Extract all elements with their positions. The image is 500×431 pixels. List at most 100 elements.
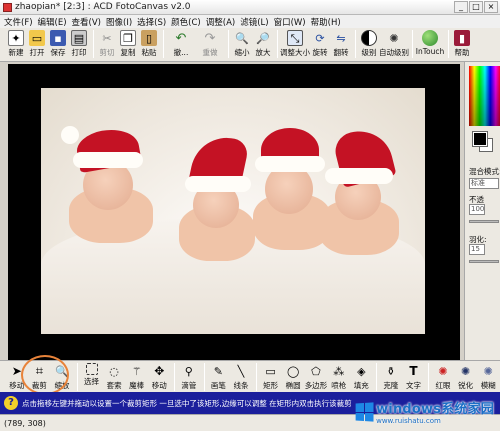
zoom-in-button[interactable]: 🔎 放大: [253, 30, 273, 58]
new-file-icon: ✦: [8, 30, 24, 46]
tool-zoom[interactable]: 🔍 缩放: [51, 363, 73, 392]
levels-button[interactable]: 级别: [359, 30, 379, 58]
question-icon: ?: [4, 396, 18, 410]
flip-icon: ⇋: [336, 31, 346, 45]
new-button[interactable]: ✦ 新建: [6, 30, 26, 58]
menu-image[interactable]: 图像(I): [106, 16, 132, 28]
menu-file[interactable]: 文件(F): [4, 16, 33, 28]
polygon-icon: ⬠: [311, 364, 321, 378]
toolbar-separator: [76, 363, 78, 391]
tool-eyedropper[interactable]: ⚲ 滴管: [178, 363, 200, 392]
toolbar-separator: [203, 363, 205, 391]
tool-brush[interactable]: ✎ 画笔: [208, 363, 230, 392]
feather-slider[interactable]: [469, 260, 499, 263]
tool-crop[interactable]: ⌗ 裁剪: [29, 363, 51, 392]
print-button[interactable]: ▤ 打印: [69, 30, 89, 58]
intouch-button[interactable]: InTouch: [416, 30, 444, 56]
sun-icon: ✺: [389, 31, 399, 45]
move-arrows-icon: ✥: [154, 364, 165, 378]
sharpen-icon: ✺: [461, 364, 471, 378]
foreground-color-swatch[interactable]: [472, 131, 488, 147]
tool-sharpen[interactable]: ✺ 锐化: [455, 363, 477, 392]
clipboard-icon: ▯: [141, 30, 157, 46]
opacity-input[interactable]: 100: [469, 204, 485, 215]
redo-arrow-icon: ↷: [204, 30, 216, 46]
undo-button[interactable]: ↶ 撤...: [167, 30, 195, 58]
image-canvas[interactable]: [8, 64, 460, 360]
toolbar-separator: [428, 363, 430, 391]
feather-input[interactable]: 15: [469, 244, 485, 255]
auto-levels-button[interactable]: ✺ 自动级别: [379, 30, 409, 58]
main-toolbar: ✦ 新建 ▭ 打开 ▪ 保存 ▤ 打印 ✂ 剪切 ❐ 复制 ▯ 粘贴 ↶ 撤... ↷ 重做 🔍 缩…: [0, 28, 500, 62]
redo-button[interactable]: ↷ 重做: [196, 30, 224, 58]
open-button[interactable]: ▭ 打开: [27, 30, 47, 58]
close-button[interactable]: ×: [484, 1, 498, 13]
menu-select[interactable]: 选择(S): [137, 16, 166, 28]
half-circle-icon: [361, 30, 377, 46]
save-button[interactable]: ▪ 保存: [48, 30, 68, 58]
copy-button[interactable]: ❐ 复制: [118, 30, 138, 58]
toolbar-separator: [93, 30, 94, 58]
scissors-icon: ✂: [102, 31, 112, 45]
menu-filter[interactable]: 滤镜(L): [240, 16, 268, 28]
resize-icon: ⤡: [287, 30, 303, 46]
tool-spray[interactable]: ⁂ 喷枪: [328, 363, 350, 392]
toolbar-separator: [355, 30, 356, 58]
globe-icon: [422, 30, 438, 46]
zoom-out-button[interactable]: 🔍 缩小: [232, 30, 252, 58]
toolbar-separator: [376, 363, 378, 391]
menu-window[interactable]: 窗口(W): [274, 16, 306, 28]
marquee-icon: [85, 363, 98, 375]
tool-magic-wand[interactable]: ⚚ 魔棒: [126, 363, 148, 392]
menu-view[interactable]: 查看(V): [72, 16, 101, 28]
opacity-slider[interactable]: [469, 220, 499, 223]
hint-text: 点击拖移左键并拖动以设置一个裁剪矩形 一旦选中了该矩形,边缘可以调整 在矩形内双…: [22, 398, 352, 408]
minimize-button[interactable]: _: [454, 1, 468, 13]
tool-palette: ➤ 移动 ⌗ 裁剪 🔍 缩放 选择 ◌ 套索 ⚚ 魔棒 ✥ 移动 ⚲ 滴管 ✎ 画笔 ╲ 线条 ▭…: [0, 360, 500, 392]
tool-blur[interactable]: ✺ 模糊: [477, 363, 499, 392]
cut-button[interactable]: ✂ 剪切: [97, 30, 117, 58]
magnifier-icon: 🔍: [55, 364, 69, 378]
tool-move[interactable]: ➤ 移动: [6, 363, 28, 392]
menu-edit[interactable]: 编辑(E): [38, 16, 67, 28]
color-picker-spectrum[interactable]: [469, 66, 500, 126]
menu-color[interactable]: 颜色(C): [171, 16, 201, 28]
tool-polygon[interactable]: ⬠ 多边形: [305, 363, 328, 392]
tool-move-selection[interactable]: ✥ 移动: [148, 363, 170, 392]
tool-lasso[interactable]: ◌ 套索: [103, 363, 125, 392]
app-icon: [3, 2, 12, 12]
tool-fill[interactable]: ◈ 填充: [351, 363, 373, 392]
blend-mode-label: 混合模式:: [469, 167, 500, 176]
rectangle-icon: ▭: [265, 364, 276, 378]
tool-ellipse[interactable]: ◯ 椭圆: [282, 363, 304, 392]
title-bar: zhaopian* [2:3] : ACD FotoCanvas v2.0 _ …: [0, 0, 500, 15]
watermark-title: windows系统家园: [376, 402, 494, 417]
window-title: zhaopian* [2:3] : ACD FotoCanvas v2.0: [15, 2, 191, 12]
resize-button[interactable]: ⤡ 调整大小: [280, 30, 310, 58]
windows-logo-icon: [355, 401, 374, 422]
flip-button[interactable]: ⇋ 翻转: [331, 30, 351, 58]
paste-button[interactable]: ▯ 粘贴: [139, 30, 159, 58]
eyedropper-icon: ⚲: [184, 364, 193, 378]
toolbar-separator: [412, 30, 413, 58]
menu-help[interactable]: 帮助(H): [311, 16, 341, 28]
text-icon: T: [409, 364, 418, 378]
tool-red-eye[interactable]: ✺ 红眼: [432, 363, 454, 392]
rotate-button[interactable]: ⟳ 旋转: [310, 30, 330, 58]
line-icon: ╲: [237, 364, 245, 378]
tool-select[interactable]: 选择: [81, 363, 103, 392]
copy-icon: ❐: [120, 30, 136, 46]
help-button[interactable]: ▮ 帮助: [452, 30, 472, 58]
printer-icon: ▤: [71, 30, 87, 46]
tool-text[interactable]: T 文字: [403, 363, 425, 392]
maximize-button[interactable]: □: [469, 1, 483, 13]
rotate-icon: ⟳: [315, 31, 325, 45]
tool-rectangle[interactable]: ▭ 矩形: [260, 363, 282, 392]
tool-clone[interactable]: ⚱ 克隆: [380, 363, 402, 392]
tool-line[interactable]: ╲ 线条: [230, 363, 252, 392]
blend-mode-select[interactable]: 标准: [469, 178, 499, 189]
menu-adjust[interactable]: 调整(A): [206, 16, 235, 28]
magnifier-plus-icon: 🔎: [256, 31, 270, 45]
toolbar-separator: [228, 30, 229, 58]
toolbar-separator: [448, 30, 449, 58]
